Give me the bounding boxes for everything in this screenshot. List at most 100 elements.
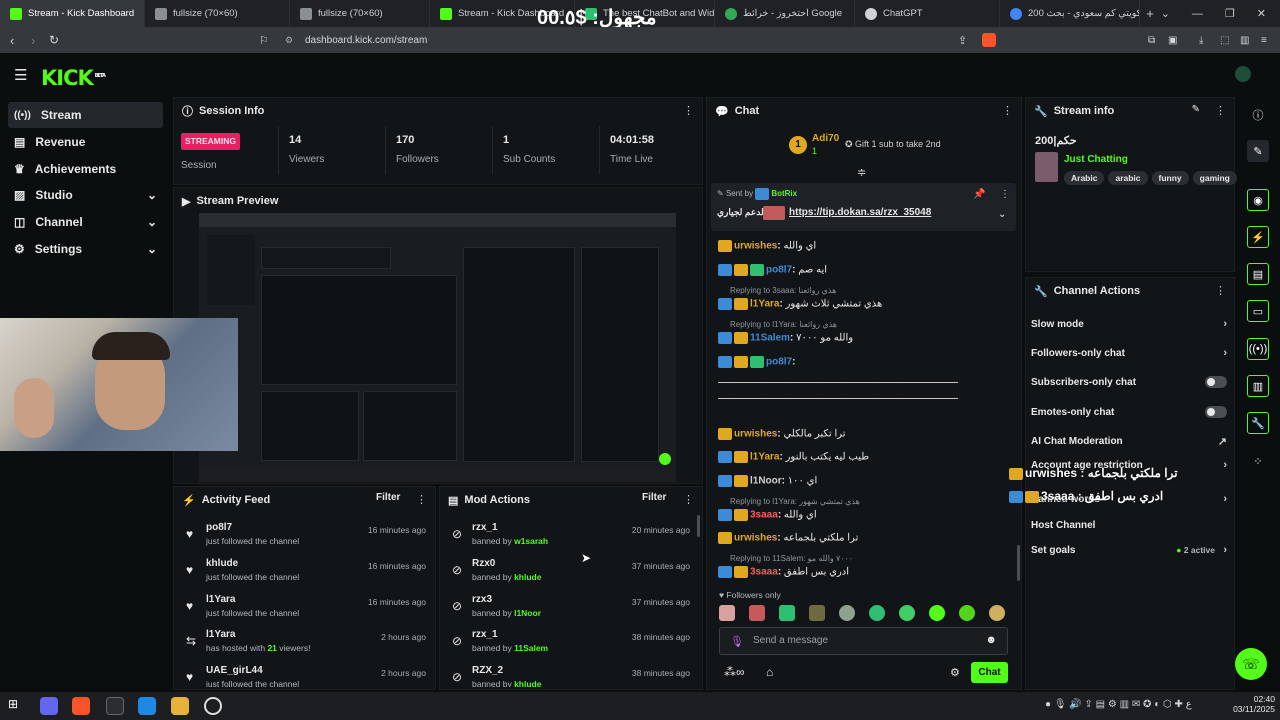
sidebar-toggle-icon[interactable]: ▥ (1240, 35, 1249, 46)
emote-icon[interactable] (779, 605, 795, 621)
browser-tab[interactable]: احتخروز - خرائط Google (715, 0, 855, 27)
obs-icon[interactable] (106, 697, 124, 715)
chat-input-box[interactable]: 🎙 Send a message ☻ (719, 627, 1008, 655)
support-chat-button[interactable]: ☏ (1235, 648, 1267, 680)
app-icon[interactable] (138, 697, 156, 715)
chevron-down-icon[interactable]: ⌄ (998, 209, 1006, 220)
emote-icon[interactable] (929, 605, 945, 621)
hamburger-menu-icon[interactable]: ☰ (14, 66, 27, 84)
more-options-icon[interactable]: ⋮ (1002, 104, 1013, 117)
discord-icon[interactable] (40, 697, 58, 715)
slow-mode-item[interactable]: Slow mode › (1031, 314, 1227, 334)
points-icon[interactable]: ⁂∞ (724, 665, 745, 679)
emote-icon[interactable] (749, 605, 765, 621)
emotes-only-toggle[interactable] (1205, 406, 1227, 418)
maximize-icon[interactable]: ❐ (1225, 7, 1235, 20)
gift-sub-prompt[interactable]: ✪ Gift 1 sub to take 2nd (845, 139, 941, 150)
user-avatar[interactable] (1235, 66, 1251, 82)
more-options-icon[interactable]: ⋮ (683, 493, 694, 506)
emote-icon[interactable] (719, 605, 735, 621)
close-window-icon[interactable]: ✕ (1257, 7, 1266, 20)
reload-icon[interactable]: ↻ (49, 33, 59, 47)
category-name[interactable]: Just Chatting (1064, 154, 1128, 165)
emote-icon[interactable] (809, 605, 825, 621)
site-info-icon[interactable]: ⚙ (285, 35, 293, 46)
system-tray-icons[interactable]: ● 🎙 🔊 ⇪ ▤ ⚙ ▥ ✉ ✪ ◐ ⬡ ✚ ع (1045, 699, 1192, 710)
host-channel-item[interactable]: Host Channel (1031, 515, 1227, 535)
edit-icon[interactable]: ✎ (1192, 104, 1200, 115)
reply-reference[interactable]: Replying to 3saaa: هذي روائعنا (730, 286, 836, 295)
more-options-icon[interactable]: ⋮ (1215, 284, 1226, 297)
taskbar-clock[interactable]: 02:40 03/11/2025 (1231, 694, 1275, 714)
chat-scrollbar[interactable] (1017, 545, 1020, 581)
pinned-link[interactable]: https://tip.dokan.sa/rzx_35048 (789, 207, 931, 218)
emote-icon[interactable] (989, 605, 1005, 621)
brave-shield-icon[interactable] (982, 33, 996, 47)
ai-moderation-item[interactable]: AI Chat Moderation ↗ (1031, 431, 1227, 451)
more-options-icon[interactable]: ⋮ (683, 104, 694, 117)
download-icon[interactable]: ⤓ (1199, 35, 1203, 46)
collapse-chevron-icon[interactable]: ≑ (857, 166, 866, 179)
lightning-icon[interactable]: ⚡ (1247, 226, 1269, 248)
document-icon[interactable]: ▤ (1247, 263, 1269, 285)
menu-icon[interactable]: ≡ (1261, 35, 1267, 46)
category-thumbnail[interactable] (1035, 152, 1058, 182)
minimize-icon[interactable]: — (1192, 8, 1203, 20)
edit-pencil-icon[interactable]: ✎ (1247, 140, 1269, 162)
wallet-icon[interactable]: ▣ (1168, 35, 1177, 46)
sidebar-item-revenue[interactable]: ▤ Revenue (8, 129, 163, 155)
camera-icon[interactable]: ◉ (1247, 189, 1269, 211)
browser-tab[interactable]: Stream - Kick Dashboard (0, 0, 145, 27)
emote-icon[interactable] (899, 605, 915, 621)
sidebar-item-studio[interactable]: ▨ Studio ⌄ (8, 182, 163, 208)
storage-icon[interactable]: ▥ (1247, 375, 1269, 397)
browser-tab[interactable]: 200 دينار كويتي كم سعودي - بحث (1000, 0, 1140, 27)
set-goals-item[interactable]: Set goals ● 2 active › (1031, 540, 1227, 560)
stream-preview-video[interactable] (199, 213, 676, 482)
bookmark-icon[interactable]: ⚐ (259, 34, 269, 47)
send-chat-button[interactable]: Chat (971, 662, 1008, 683)
share-icon[interactable]: ⇪ (958, 34, 967, 47)
screenshot-icon[interactable]: ⬚ (1220, 35, 1229, 46)
emoji-picker-icon[interactable]: ☻ (985, 634, 997, 646)
mod-scrollbar[interactable] (697, 515, 700, 537)
gift-icon[interactable]: ⌂ (766, 665, 773, 679)
file-explorer-icon[interactable] (171, 697, 189, 715)
subscribers-only-toggle[interactable] (1205, 376, 1227, 388)
more-options-icon[interactable]: ⋮ (416, 493, 427, 506)
broadcast-icon[interactable]: ((•)) (1247, 338, 1269, 360)
followers-only-item[interactable]: Followers-only chat › (1031, 343, 1227, 363)
pin-toggle-icon[interactable]: 📌 (973, 189, 985, 200)
forward-icon[interactable]: › (31, 33, 35, 48)
mod-filter-button[interactable]: Filter (642, 492, 666, 503)
emote-icon[interactable] (869, 605, 885, 621)
emote-icon[interactable] (839, 605, 855, 621)
microphone-icon[interactable]: 🎙 (730, 635, 744, 648)
tab-search-icon[interactable]: ⌄ (1161, 7, 1170, 20)
chat-settings-icon[interactable]: ⚙ (950, 666, 960, 679)
new-tab-icon[interactable]: + (1140, 6, 1160, 21)
activity-filter-button[interactable]: Filter (376, 492, 400, 503)
reply-reference[interactable]: Replying to l1Yara: هذي تمتشي شهور (730, 497, 860, 506)
back-icon[interactable]: ‹ (10, 33, 14, 48)
kick-logo[interactable]: KICK BETA (41, 66, 106, 90)
brave-icon[interactable] (72, 697, 90, 715)
emote-icon[interactable] (959, 605, 975, 621)
browser-tab[interactable]: fullsize (70×60) (145, 0, 290, 27)
browser-tab[interactable]: ChatGPT (855, 0, 1000, 27)
reply-reference[interactable]: Replying to l1Yara: هذي روائعنا (730, 320, 837, 329)
sidebar-item-channel[interactable]: ◫ Channel ⌄ (8, 209, 163, 235)
reply-reference[interactable]: Replying to 11Salem: ٧٠٠٠ والله مو (730, 554, 853, 563)
sidebar-item-settings[interactable]: ⚙ Settings ⌄ (8, 236, 163, 262)
extensions-icon[interactable]: ⧉ (1148, 35, 1155, 46)
sidebar-item-achievements[interactable]: ♛ Achievements (8, 156, 163, 182)
apps-icon[interactable]: ⁘ (1247, 450, 1269, 472)
sidebar-item-stream[interactable]: ((•)) Stream (8, 102, 163, 128)
url-field[interactable]: dashboard.kick.com/stream (305, 35, 427, 46)
windows-start-icon[interactable]: ⊞ (8, 697, 26, 715)
more-options-icon[interactable]: ⋮ (1000, 189, 1010, 200)
settings-app-icon[interactable] (204, 697, 222, 715)
browser-tab[interactable]: fullsize (70×60) (290, 0, 430, 27)
info-icon[interactable]: ⓘ (1247, 104, 1269, 126)
more-options-icon[interactable]: ⋮ (1215, 104, 1226, 117)
